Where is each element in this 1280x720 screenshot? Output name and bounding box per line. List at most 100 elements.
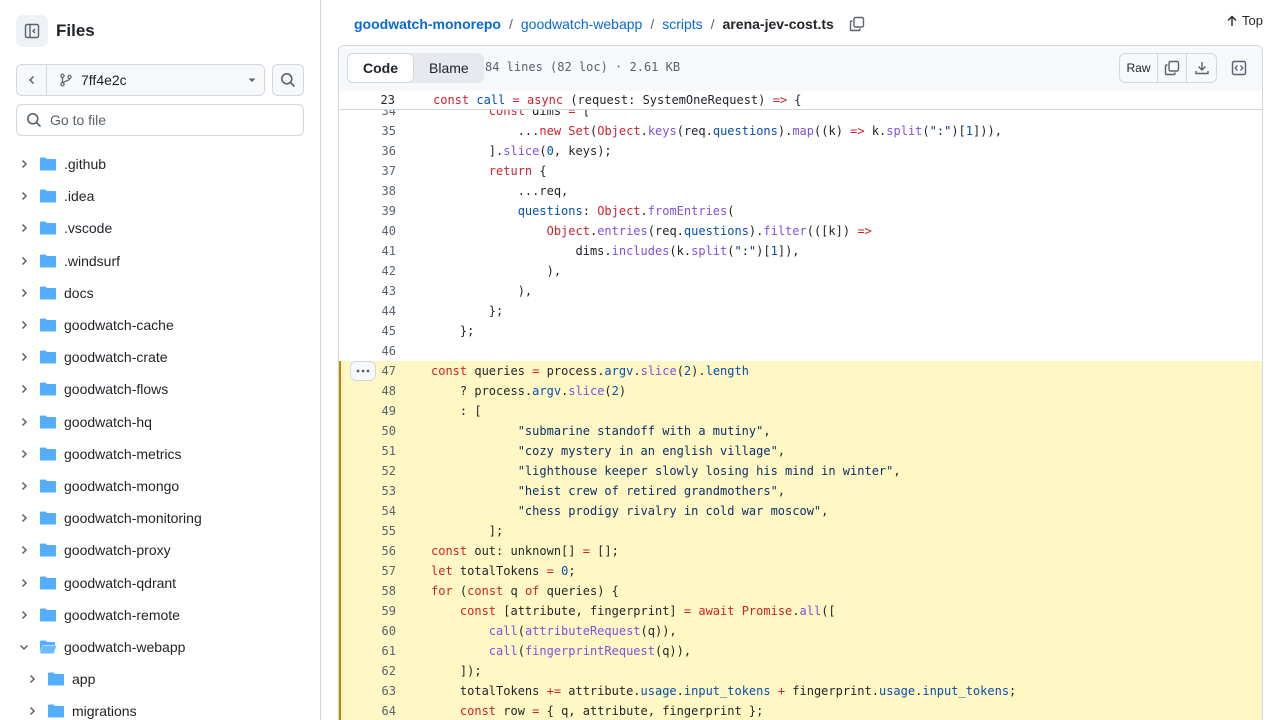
tree-item[interactable]: app — [0, 663, 320, 695]
chevron-down-icon[interactable] — [16, 639, 32, 655]
tree-item[interactable]: goodwatch-proxy — [0, 534, 320, 566]
line-number[interactable]: 42 — [339, 264, 396, 278]
tree-item[interactable]: .github — [0, 148, 320, 180]
tree-item[interactable]: goodwatch-cache — [0, 309, 320, 341]
line-number[interactable]: 39 — [339, 204, 396, 218]
line-number[interactable]: 37 — [339, 164, 396, 178]
tree-item[interactable]: goodwatch-mongo — [0, 470, 320, 502]
code-line: 49 : [ — [339, 401, 1262, 421]
line-options-button[interactable] — [350, 361, 376, 381]
line-number[interactable]: 38 — [339, 184, 396, 198]
tree-item[interactable]: goodwatch-remote — [0, 599, 320, 631]
chevron-right-icon[interactable] — [24, 703, 40, 719]
file-header-bar: Code Blame 84 lines (82 loc) · 2.61 KB R… — [338, 45, 1263, 91]
code-token: ( — [517, 644, 525, 658]
chevron-right-icon[interactable] — [16, 575, 32, 591]
tab-blame[interactable]: Blame — [414, 53, 484, 83]
code-token: ( — [604, 384, 612, 398]
code-token: ), — [431, 264, 562, 278]
chevron-right-icon[interactable] — [16, 317, 32, 333]
top-button[interactable]: Top — [1226, 13, 1263, 28]
line-number[interactable]: 52 — [339, 464, 396, 478]
code-token: all — [799, 604, 822, 618]
chevron-right-icon[interactable] — [16, 285, 32, 301]
line-number[interactable]: 58 — [339, 584, 396, 598]
tree-item[interactable]: goodwatch-metrics — [0, 438, 320, 470]
line-number[interactable]: 54 — [339, 504, 396, 518]
download-button[interactable] — [1187, 54, 1216, 82]
line-number[interactable]: 45 — [339, 324, 396, 338]
copy-raw-button[interactable] — [1158, 54, 1187, 82]
tree-item[interactable]: .windsurf — [0, 245, 320, 277]
chevron-right-icon[interactable] — [16, 253, 32, 269]
chevron-right-icon[interactable] — [16, 349, 32, 365]
chevron-right-icon[interactable] — [16, 381, 32, 397]
line-number[interactable]: 51 — [339, 444, 396, 458]
line-number[interactable]: 57 — [339, 564, 396, 578]
chevron-right-icon[interactable] — [16, 188, 32, 204]
folder-icon — [47, 703, 65, 719]
chevron-right-icon[interactable] — [16, 510, 32, 526]
line-number[interactable]: 35 — [339, 124, 396, 138]
breadcrumb-folder-link[interactable]: goodwatch-webapp — [521, 16, 642, 32]
line-number[interactable]: 41 — [339, 244, 396, 258]
line-number[interactable]: 60 — [339, 624, 396, 638]
line-code: "submarine standoff with a mutiny", — [431, 424, 771, 438]
search-files-button[interactable] — [272, 64, 304, 96]
line-number[interactable]: 63 — [339, 684, 396, 698]
sidebar-toggle-button[interactable] — [16, 15, 48, 47]
breadcrumb-repo-link[interactable]: goodwatch-monorepo — [354, 16, 501, 32]
go-to-file-input[interactable]: Go to file — [16, 104, 304, 136]
code-token: ":" — [734, 244, 757, 258]
tree-item[interactable]: goodwatch-qdrant — [0, 566, 320, 598]
line-number[interactable]: 43 — [339, 284, 396, 298]
line-number[interactable]: 44 — [339, 304, 396, 318]
chevron-right-icon[interactable] — [16, 414, 32, 430]
line-number[interactable]: 62 — [339, 664, 396, 678]
code-token: + — [777, 684, 786, 698]
chevron-right-icon[interactable] — [16, 220, 32, 236]
chevron-right-icon[interactable] — [24, 671, 40, 687]
raw-button[interactable]: Raw — [1120, 54, 1158, 82]
tree-item[interactable]: goodwatch-monitoring — [0, 502, 320, 534]
line-number[interactable]: 56 — [339, 544, 396, 558]
tree-item[interactable]: goodwatch-webapp — [0, 631, 320, 663]
chevron-right-icon[interactable] — [16, 156, 32, 172]
back-button[interactable] — [17, 65, 47, 95]
tree-item[interactable]: goodwatch-flows — [0, 373, 320, 405]
line-number[interactable]: 48 — [339, 384, 396, 398]
code-token: (request: SystemOneRequest) — [563, 93, 773, 107]
line-number[interactable]: 49 — [339, 404, 396, 418]
line-number[interactable]: 55 — [339, 524, 396, 538]
branch-selector[interactable]: 7ff4e2c — [16, 64, 265, 96]
line-number[interactable]: 36 — [339, 144, 396, 158]
tree-item[interactable]: goodwatch-hq — [0, 406, 320, 438]
line-number[interactable]: 40 — [339, 224, 396, 238]
symbols-panel-button[interactable] — [1224, 53, 1254, 83]
sticky-scope-line[interactable]: 23 const call = async (request: SystemOn… — [339, 91, 1262, 110]
chevron-right-icon[interactable] — [16, 446, 32, 462]
tree-item[interactable]: goodwatch-crate — [0, 341, 320, 373]
code-line: 54 "chess prodigy rivalry in cold war mo… — [339, 501, 1262, 521]
chevron-right-icon[interactable] — [16, 478, 32, 494]
code-token: slice — [503, 144, 540, 158]
branch-dropdown[interactable]: 7ff4e2c — [47, 65, 264, 95]
line-number[interactable]: 61 — [339, 644, 396, 658]
tree-item[interactable]: docs — [0, 277, 320, 309]
tree-item[interactable]: .vscode — [0, 212, 320, 244]
tree-item[interactable]: .idea — [0, 180, 320, 212]
line-number[interactable]: 59 — [339, 604, 396, 618]
chevron-right-icon[interactable] — [16, 542, 32, 558]
line-number[interactable]: 64 — [339, 704, 396, 718]
tree-item[interactable]: migrations — [0, 695, 320, 720]
breadcrumb-folder-link[interactable]: scripts — [662, 16, 702, 32]
line-number[interactable]: 53 — [339, 484, 396, 498]
tab-code[interactable]: Code — [347, 53, 414, 83]
code-token: "cozy mystery in an english village" — [517, 444, 778, 458]
copy-path-button[interactable] — [846, 13, 868, 35]
line-number[interactable]: 46 — [339, 344, 396, 358]
line-number[interactable]: 50 — [339, 424, 396, 438]
chevron-right-icon[interactable] — [16, 607, 32, 623]
